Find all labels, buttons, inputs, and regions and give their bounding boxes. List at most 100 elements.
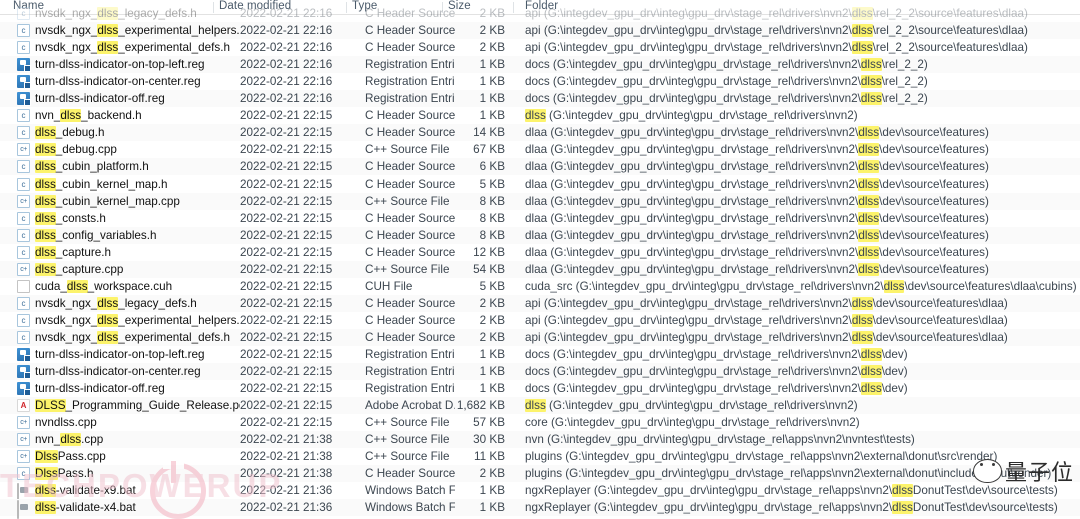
file-name-cell[interactable]: dlss_cubin_kernel_map.h: [35, 176, 168, 193]
folder-path-cell[interactable]: docs (G:\integdev_gpu_drv\integ\gpu_drv\…: [525, 346, 908, 363]
table-row[interactable]: turn-dlss-indicator-on-center.reg 2022-02…: [0, 363, 1080, 381]
folder-path-text: \dev\source\features\dlaa\cubins): [904, 279, 1077, 293]
file-name-cell[interactable]: dlss_cubin_kernel_map.cpp: [35, 193, 180, 210]
folder-path-cell[interactable]: api (G:\integdev_gpu_drv\integ\gpu_drv\s…: [525, 39, 1028, 56]
file-name-cell[interactable]: nvndlss.cpp: [35, 414, 97, 431]
folder-path-cell[interactable]: dlaa (G:\integdev_gpu_drv\integ\gpu_drv\…: [525, 244, 989, 261]
table-row[interactable]: c nvsdk_ngx_dlss_experimental_defs.h 2022-…: [0, 39, 1080, 56]
file-name-cell[interactable]: nvsdk_ngx_dlss_legacy_defs.h: [35, 295, 197, 312]
c-header-icon: c: [17, 211, 30, 225]
file-name-cell[interactable]: turn-dlss-indicator-off.reg: [35, 90, 165, 107]
folder-path-match: dlss: [860, 382, 882, 396]
table-row[interactable]: c dlss_consts.h 2022-02-21 22:15 C Header S…: [0, 210, 1080, 227]
file-name-cell[interactable]: nvsdk_ngx_dlss_experimental_helpers.h: [35, 22, 240, 39]
table-row[interactable]: c nvsdk_ngx_dlss_legacy_defs.h 2022-02-21 …: [0, 5, 1080, 22]
table-row[interactable]: c nvsdk_ngx_dlss_legacy_defs.h 2022-02-21 …: [0, 294, 1080, 312]
folder-path-cell[interactable]: docs (G:\integdev_gpu_drv\integ\gpu_drv\…: [525, 56, 928, 73]
folder-path-cell[interactable]: docs (G:\integdev_gpu_drv\integ\gpu_drv\…: [525, 363, 908, 380]
file-name-cell[interactable]: dlss_debug.h: [35, 124, 105, 141]
table-row[interactable]: c DlssPass.h 2022-02-21 21:38 C Header Sour…: [0, 465, 1080, 483]
table-row[interactable]: c+ DlssPass.cpp 2022-02-21 21:38 C++ Source…: [0, 448, 1080, 465]
folder-path-cell[interactable]: docs (G:\integdev_gpu_drv\integ\gpu_drv\…: [525, 90, 928, 107]
table-row[interactable]: c+ nvn_dlss.cpp 2022-02-21 21:38 C++ Source…: [0, 431, 1080, 449]
file-name-text: _workspace.cuh: [87, 279, 173, 293]
folder-path-cell[interactable]: dlss (G:\integdev_gpu_drv\integ\gpu_drv\…: [525, 397, 858, 414]
folder-path-cell[interactable]: dlaa (G:\integdev_gpu_drv\integ\gpu_drv\…: [525, 176, 989, 193]
table-row[interactable]: turn-dlss-indicator-on-top-left.reg 2022-…: [0, 346, 1080, 363]
table-row[interactable]: turn-dlss-indicator-on-top-left.reg 2022-…: [0, 56, 1080, 74]
table-row[interactable]: c dlss_debug.h 2022-02-21 22:15 C Header So…: [0, 124, 1080, 142]
table-row[interactable]: dlss-validate-x4.bat 2022-02-21 21:36 Wind…: [0, 499, 1080, 519]
folder-path-text: api (G:\integdev_gpu_drv\integ\gpu_drv\s…: [525, 296, 852, 310]
file-name-cell[interactable]: dlss_cubin_platform.h: [35, 158, 149, 175]
folder-path-cell[interactable]: dlaa (G:\integdev_gpu_drv\integ\gpu_drv\…: [525, 158, 989, 175]
folder-path-cell[interactable]: api (G:\integdev_gpu_drv\integ\gpu_drv\s…: [525, 22, 1028, 39]
table-row[interactable]: c dlss_capture.h 2022-02-21 22:15 C Header …: [0, 244, 1080, 261]
folder-path-cell[interactable]: plugins (G:\integdev_gpu_drv\integ\gpu_d…: [525, 448, 997, 465]
folder-path-cell[interactable]: dlaa (G:\integdev_gpu_drv\integ\gpu_drv\…: [525, 210, 989, 227]
table-row[interactable]: c dlss_config_variables.h 2022-02-21 22:15…: [0, 226, 1080, 244]
file-name-cell[interactable]: nvn_dlss_backend.h: [35, 107, 142, 124]
folder-path-text: \rel_2_2\source\features\dlaa): [872, 7, 1028, 20]
file-name-cell[interactable]: nvsdk_ngx_dlss_experimental_helpers.h: [35, 312, 240, 329]
table-row[interactable]: c+ nvndlss.cpp 2022-02-21 22:15 C++ Source …: [0, 414, 1080, 431]
table-row[interactable]: turn-dlss-indicator-off.reg 2022-02-21 22…: [0, 380, 1080, 397]
folder-path-cell[interactable]: dlaa (G:\integdev_gpu_drv\integ\gpu_drv\…: [525, 261, 989, 278]
folder-path-cell[interactable]: ngxReplayer (G:\integdev_gpu_drv\integ\g…: [525, 499, 1058, 516]
file-name-cell[interactable]: dlss_consts.h: [35, 210, 106, 227]
table-row[interactable]: c nvn_dlss_backend.h 2022-02-21 22:15 C Hea…: [0, 107, 1080, 124]
file-name-cell[interactable]: DlssPass.h: [35, 465, 93, 482]
file-name-cell[interactable]: nvsdk_ngx_dlss_experimental_defs.h: [35, 39, 230, 56]
table-row[interactable]: turn-dlss-indicator-off.reg 2022-02-21 22…: [0, 90, 1080, 108]
table-row[interactable]: A DLSS_Programming_Guide_Release.pdf 2022-…: [0, 397, 1080, 415]
file-name-cell[interactable]: dlss-validate-x4.bat: [35, 499, 136, 516]
folder-path-cell[interactable]: nvn (G:\integdev_gpu_drv\integ\gpu_drv\s…: [525, 431, 915, 448]
table-row[interactable]: c dlss_cubin_platform.h 2022-02-21 22:15 C …: [0, 158, 1080, 176]
file-name-cell[interactable]: nvn_dlss.cpp: [35, 431, 103, 448]
folder-path-cell[interactable]: api (G:\integdev_gpu_drv\integ\gpu_drv\s…: [525, 329, 1008, 346]
folder-path-cell[interactable]: docs (G:\integdev_gpu_drv\integ\gpu_drv\…: [525, 380, 908, 397]
table-row[interactable]: c nvsdk_ngx_dlss_experimental_defs.h 2022-…: [0, 328, 1080, 346]
folder-path-cell[interactable]: api (G:\integdev_gpu_drv\integ\gpu_drv\s…: [525, 312, 1008, 329]
file-name-cell[interactable]: DLSS_Programming_Guide_Release.pdf: [35, 397, 240, 414]
file-name-cell[interactable]: dlss_capture.cpp: [35, 261, 123, 278]
folder-path-cell[interactable]: dlaa (G:\integdev_gpu_drv\integ\gpu_drv\…: [525, 141, 989, 158]
table-row[interactable]: c nvsdk_ngx_dlss_experimental_helpers.h 20…: [0, 22, 1080, 40]
table-row[interactable]: c+ dlss_cubin_kernel_map.cpp 2022-02-21 22…: [0, 192, 1080, 210]
folder-path-cell[interactable]: dlss (G:\integdev_gpu_drv\integ\gpu_drv\…: [525, 107, 858, 124]
file-name-cell[interactable]: DlssPass.cpp: [35, 448, 106, 465]
table-row[interactable]: dlss-validate-x9.bat 2022-02-21 21:36 Wind…: [0, 482, 1080, 503]
file-list[interactable]: c nvsdk_ngx_dlss_legacy_defs.h 2022-02-21 …: [0, 0, 1080, 519]
file-name-cell[interactable]: turn-dlss-indicator-off.reg: [35, 380, 165, 397]
folder-path-cell[interactable]: cuda_src (G:\integdev_gpu_drv\integ\gpu_…: [525, 278, 1077, 295]
table-row[interactable]: c nvsdk_ngx_dlss_experimental_helpers.h 20…: [0, 312, 1080, 329]
folder-path-cell[interactable]: docs (G:\integdev_gpu_drv\integ\gpu_drv\…: [525, 73, 928, 90]
file-name-cell[interactable]: nvsdk_ngx_dlss_legacy_defs.h: [35, 5, 197, 22]
folder-path-cell[interactable]: plugins (G:\integdev_gpu_drv\integ\gpu_d…: [525, 465, 1051, 482]
table-row[interactable]: cuda_dlss_workspace.cuh 2022-02-21 22:15 C…: [0, 278, 1080, 295]
file-name-cell[interactable]: dlss_debug.cpp: [35, 141, 117, 158]
file-name-cell[interactable]: dlss_capture.h: [35, 244, 111, 261]
file-name-cell[interactable]: cuda_dlss_workspace.cuh: [35, 278, 172, 295]
file-name-cell[interactable]: dlss-validate-x9.bat: [35, 482, 136, 499]
file-name-cell[interactable]: turn-dlss-indicator-on-center.reg: [35, 363, 201, 380]
file-name-cell[interactable]: turn-dlss-indicator-on-center.reg: [35, 73, 201, 90]
folder-path-cell[interactable]: dlaa (G:\integdev_gpu_drv\integ\gpu_drv\…: [525, 193, 989, 210]
folder-path-cell[interactable]: dlaa (G:\integdev_gpu_drv\integ\gpu_drv\…: [525, 124, 989, 141]
file-name-cell[interactable]: nvsdk_ngx_dlss_experimental_defs.h: [35, 329, 230, 346]
file-name-text: nvsdk_ngx_: [35, 330, 98, 344]
table-row[interactable]: turn-dlss-indicator-on-center.reg 2022-02…: [0, 73, 1080, 90]
file-size-cell: 1,682 KB: [456, 399, 505, 413]
file-name-cell[interactable]: turn-dlss-indicator-on-top-left.reg: [35, 56, 205, 73]
table-row[interactable]: c+ dlss_capture.cpp 2022-02-21 22:15 C++ So…: [0, 260, 1080, 278]
file-name-cell[interactable]: turn-dlss-indicator-on-top-left.reg: [35, 346, 205, 363]
folder-path-cell[interactable]: dlaa (G:\integdev_gpu_drv\integ\gpu_drv\…: [525, 227, 989, 244]
folder-path-cell[interactable]: ngxReplayer (G:\integdev_gpu_drv\integ\g…: [525, 482, 1058, 499]
folder-path-cell[interactable]: core (G:\integdev_gpu_drv\integ\gpu_drv\…: [525, 414, 860, 431]
file-size-cell: 1 KB: [479, 58, 505, 72]
table-row[interactable]: c dlss_cubin_kernel_map.h 2022-02-21 22:15…: [0, 176, 1080, 193]
table-row[interactable]: c+ dlss_debug.cpp 2022-02-21 22:15 C++ Sour…: [0, 141, 1080, 158]
folder-path-cell[interactable]: api (G:\integdev_gpu_drv\integ\gpu_drv\s…: [525, 295, 1008, 312]
folder-path-cell[interactable]: api (G:\integdev_gpu_drv\integ\gpu_drv\s…: [525, 5, 1028, 22]
file-name-cell[interactable]: dlss_config_variables.h: [35, 227, 157, 244]
